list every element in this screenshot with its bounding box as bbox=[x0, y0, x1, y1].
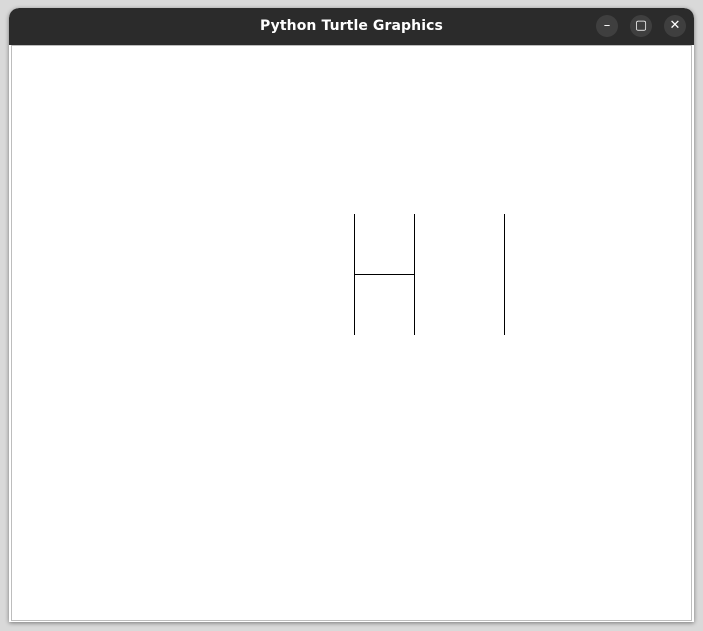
window-title: Python Turtle Graphics bbox=[260, 18, 443, 34]
title-bar[interactable]: Python Turtle Graphics – ▢ ✕ bbox=[9, 8, 694, 45]
drawing-canvas-frame bbox=[11, 45, 692, 621]
maximize-button[interactable]: ▢ bbox=[630, 15, 652, 37]
turtle-window: Python Turtle Graphics – ▢ ✕ bbox=[9, 8, 694, 622]
minimize-button[interactable]: – bbox=[596, 15, 618, 37]
turtle-canvas[interactable] bbox=[12, 46, 691, 620]
minimize-icon: – bbox=[603, 18, 611, 33]
close-button[interactable]: ✕ bbox=[664, 15, 686, 37]
maximize-icon: ▢ bbox=[634, 18, 648, 33]
close-icon: ✕ bbox=[669, 18, 681, 33]
canvas-background bbox=[12, 46, 691, 620]
